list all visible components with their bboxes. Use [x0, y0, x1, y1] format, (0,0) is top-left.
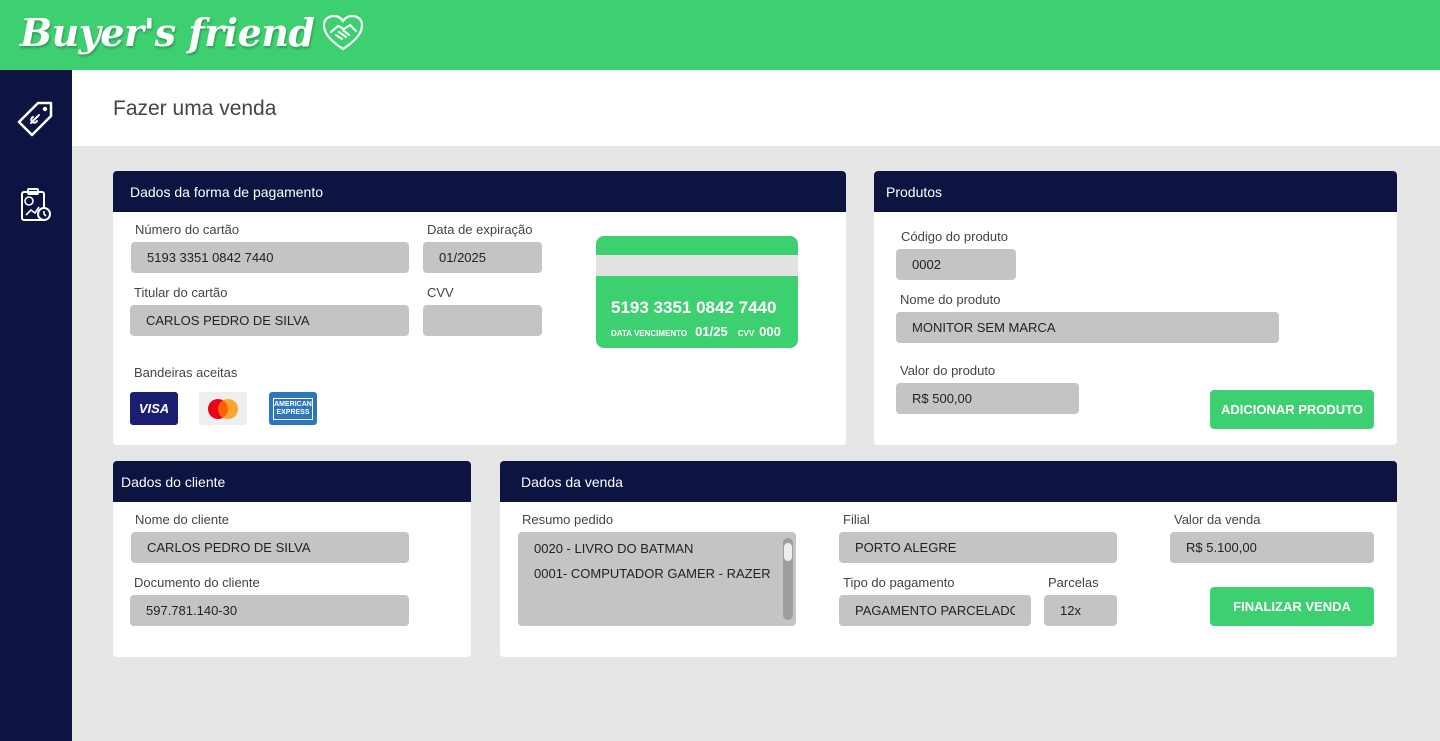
payment-type-field[interactable]: [839, 595, 1031, 626]
page-title: Fazer uma venda: [113, 97, 277, 120]
client-document-field[interactable]: [130, 595, 409, 626]
sale-panel: Dados da venda Resumo pedido 0020 - LIVR…: [500, 461, 1397, 657]
card-preview-number: 5193 3351 0842 7440: [611, 298, 777, 317]
sale-total-field[interactable]: [1170, 532, 1374, 563]
card-holder-label: Titular do cartão: [134, 285, 228, 300]
expiry-field[interactable]: [423, 242, 542, 273]
accepted-brands-label: Bandeiras aceitas: [134, 365, 238, 380]
sale-total-label: Valor da venda: [1174, 512, 1261, 527]
expiry-label: Data de expiração: [427, 222, 533, 237]
product-name-label: Nome do produto: [900, 292, 1001, 307]
product-price-field[interactable]: [896, 383, 1079, 414]
cvv-label: CVV: [427, 285, 454, 300]
card-number-label: Número do cartão: [135, 222, 240, 237]
installments-label: Parcelas: [1048, 575, 1099, 590]
add-product-button[interactable]: ADICIONAR PRODUTO: [1210, 390, 1374, 429]
list-item[interactable]: 0001- COMPUTADOR GAMER - RAZER: [534, 566, 771, 581]
list-item[interactable]: 0020 - LIVRO DO BATMAN: [534, 541, 693, 556]
products-panel: Produtos Código do produto Nome do produ…: [874, 171, 1397, 445]
payment-panel: Dados da forma de pagamento Número do ca…: [113, 171, 846, 445]
product-code-label: Código do produto: [901, 229, 1008, 244]
brand-name: Buyer's friend: [20, 10, 315, 55]
amex-flag-text: AMERICAN EXPRESS: [273, 397, 313, 420]
card-number-field[interactable]: [131, 242, 409, 273]
card-preview-details: DATA VENCIMENTO 01/25 CVV 000: [611, 324, 791, 339]
price-tag-icon: [17, 101, 53, 137]
payment-type-label: Tipo do pagamento: [843, 575, 955, 590]
handshake-heart-icon: [323, 14, 364, 50]
card-preview-expiry: 01/25: [695, 324, 728, 339]
client-document-label: Documento do cliente: [134, 575, 260, 590]
card-magnetic-stripe: [596, 255, 798, 276]
sidebar-item-sales[interactable]: [14, 98, 56, 140]
card-preview-expiry-label: DATA VENCIMENTO: [611, 329, 688, 338]
product-price-label: Valor do produto: [900, 363, 996, 378]
card-holder-field[interactable]: [130, 305, 409, 336]
visa-icon: VISA: [130, 392, 178, 425]
scrollbar-thumb[interactable]: [784, 543, 792, 561]
top-bar: Buyer's friend: [0, 0, 1440, 70]
card-preview-cvv-label: CVV: [737, 329, 755, 338]
product-name-field[interactable]: [896, 312, 1279, 343]
order-summary-list[interactable]: 0020 - LIVRO DO BATMAN 0001- COMPUTADOR …: [518, 532, 796, 626]
credit-card-preview: 5193 3351 0842 7440 DATA VENCIMENTO 01/2…: [596, 236, 798, 348]
mastercard-circles: [208, 398, 238, 419]
client-name-field[interactable]: [131, 532, 409, 563]
sale-panel-title: Dados da venda: [500, 461, 1397, 502]
finish-sale-button[interactable]: FINALIZAR VENDA: [1210, 587, 1374, 626]
branch-label: Filial: [843, 512, 870, 527]
order-summary-scrollbar[interactable]: [783, 538, 793, 620]
sidebar: [0, 70, 72, 741]
brand-logo[interactable]: Buyer's friend: [20, 10, 364, 55]
visa-flag-text: VISA: [138, 401, 170, 416]
client-panel-title: Dados do cliente: [113, 461, 471, 502]
installments-field[interactable]: [1044, 595, 1117, 626]
client-panel: Dados do cliente Nome do cliente Documen…: [113, 461, 471, 657]
card-preview-cvv: 000: [759, 324, 781, 339]
payment-panel-title: Dados da forma de pagamento: [113, 171, 846, 212]
amex-icon: AMERICAN EXPRESS: [269, 392, 317, 425]
order-summary-label: Resumo pedido: [522, 512, 614, 527]
product-code-field[interactable]: [896, 249, 1016, 280]
page-header: Fazer uma venda: [72, 70, 1440, 146]
branch-field[interactable]: [839, 532, 1117, 563]
client-name-label: Nome do cliente: [135, 512, 229, 527]
sales-report-icon: [21, 188, 51, 221]
sidebar-item-reports[interactable]: [14, 184, 56, 226]
cvv-field[interactable]: [423, 305, 542, 336]
products-panel-title: Produtos: [874, 171, 1397, 212]
mastercard-icon: [199, 392, 247, 425]
